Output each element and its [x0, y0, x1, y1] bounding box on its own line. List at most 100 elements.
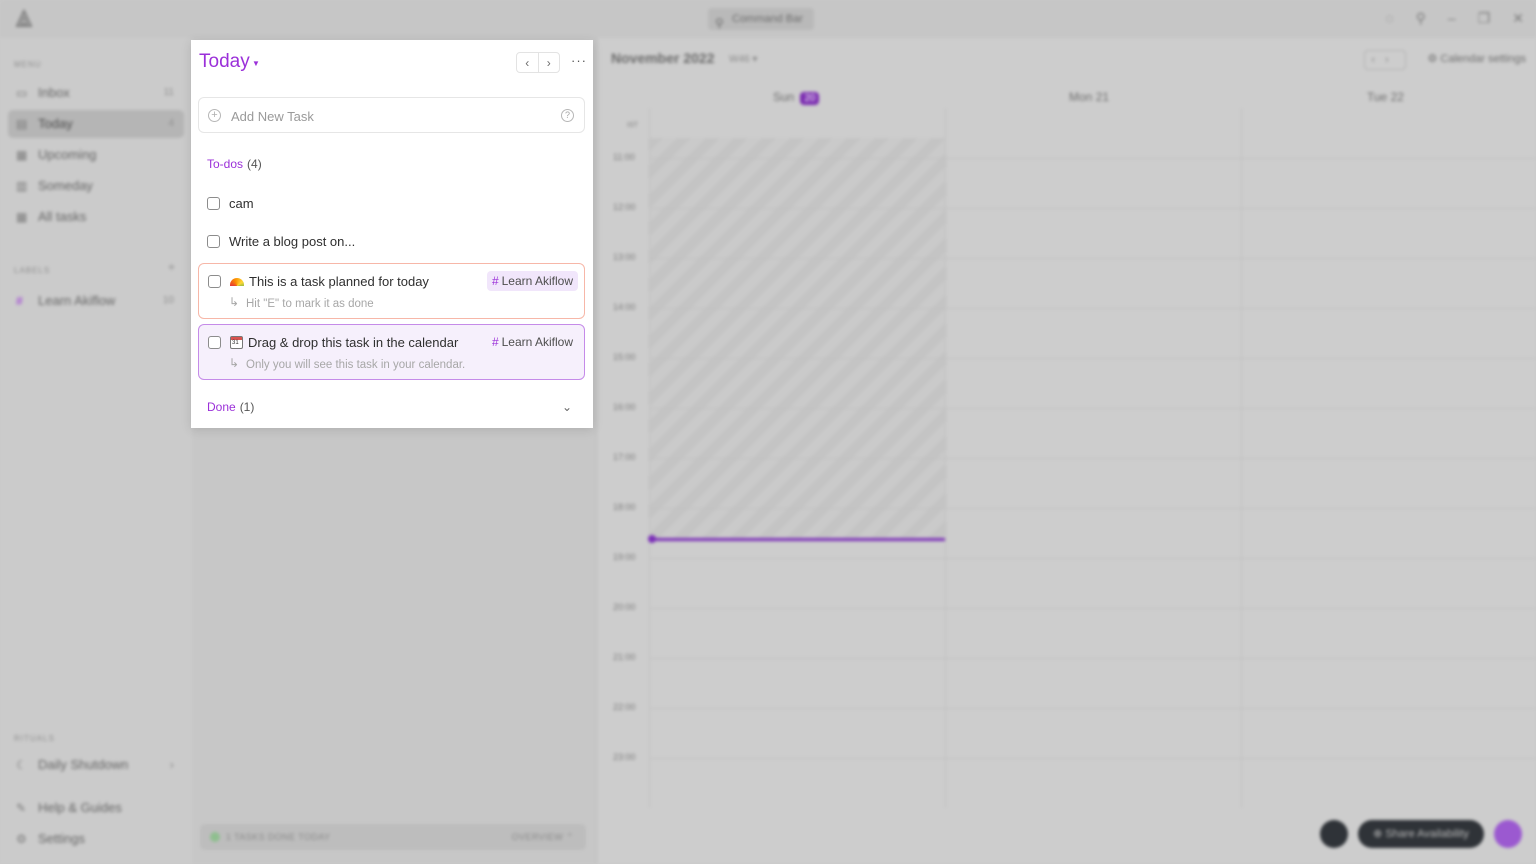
task-checkbox[interactable] [207, 197, 220, 210]
chat-button[interactable] [1494, 820, 1522, 848]
calendar-icon-button[interactable] [1320, 820, 1348, 848]
task-item[interactable]: Write a blog post on... [198, 226, 585, 256]
sidebar-item-all-tasks[interactable]: ▦ All tasks [8, 203, 184, 231]
week-label[interactable]: W46 ▾ [729, 54, 757, 65]
task-title: Drag & drop this task in the calendar [248, 335, 459, 350]
todos-label: To-dos [207, 157, 244, 171]
menu-section-label: MENU [14, 60, 42, 69]
tasks-done-label: 1 TASKS DONE TODAY [226, 832, 331, 842]
sidebar-item-someday[interactable]: ▥ Someday [8, 172, 184, 200]
someday-icon: ▥ [16, 179, 28, 193]
calendar-pane: November 2022 W46 ▾ ‹› ⚙ Calendar settin… [596, 38, 1536, 864]
hour-gridline [649, 358, 1536, 359]
hour-gridline [649, 208, 1536, 209]
hour-label: 14:00 [613, 302, 636, 312]
sidebar-item-settings[interactable]: ⚙ Settings [8, 825, 184, 853]
hour-gridline [649, 458, 1536, 459]
command-icon: ⚲ [715, 16, 724, 30]
next-day-button[interactable]: › [537, 53, 560, 72]
task-item[interactable]: cam [198, 188, 585, 218]
labels-section-label: LABELS [14, 266, 51, 275]
inbox-icon: ▭ [16, 86, 28, 100]
today-icon: ▤ [16, 117, 28, 131]
check-icon [210, 832, 220, 842]
task-item[interactable]: This is a task planned for today # Learn … [198, 263, 585, 319]
task-checkbox[interactable] [208, 336, 221, 349]
label-tag[interactable]: # Learn Akiflow [486, 271, 578, 291]
hour-label: 15:00 [613, 352, 636, 362]
hour-label: 21:00 [613, 652, 636, 662]
chevron-down-icon[interactable]: ⌄ [562, 400, 572, 414]
day-header-sun: Sun 20 [773, 90, 820, 105]
done-label: Done [207, 400, 236, 414]
sidebar-item-help[interactable]: ✎ Help & Guides [8, 794, 184, 822]
hour-label: 17:00 [613, 452, 636, 462]
maximize-icon[interactable]: ❐ [1478, 10, 1491, 27]
todos-count: (4) [247, 157, 262, 171]
akiflow-logo-icon [15, 9, 33, 27]
add-task-input[interactable] [229, 105, 549, 127]
sync-icon[interactable]: ◌ [1385, 10, 1393, 27]
calendar-settings-button[interactable]: ⚙ Calendar settings [1427, 52, 1526, 65]
tasks-done-bar[interactable]: 1 TASKS DONE TODAY OVERVIEW ⌃ [200, 824, 586, 850]
day-header-tue: Tue 22 [1367, 90, 1404, 104]
calendar-title: November 2022 [611, 50, 715, 66]
add-task-field[interactable]: + ? [198, 97, 585, 133]
sidebar-item-daily-shutdown[interactable]: ☾ Daily Shutdown › [8, 751, 184, 779]
hour-gridline [649, 508, 1536, 509]
sidebar-item-today[interactable]: ▤ Today 4 [8, 110, 184, 138]
close-icon[interactable]: ✕ [1512, 10, 1524, 27]
sidebar-item-inbox[interactable]: ▭ Inbox 11 [8, 79, 184, 107]
command-bar-label: Command Bar [732, 13, 803, 25]
task-title-wrapper: Drag & drop this task in the calendar [230, 335, 458, 350]
help-circle-icon[interactable]: ? [561, 109, 574, 122]
title-bar: ⚲ Command Bar ◌ ⚲ – ❐ ✕ [0, 0, 1536, 38]
sidebar-item-label: Learn Akiflow [38, 293, 116, 308]
hour-gridline [649, 258, 1536, 259]
hour-gridline [649, 558, 1536, 559]
todos-section-header: To-dos (4) [207, 157, 262, 171]
label-tag-text: Learn Akiflow [501, 335, 573, 349]
calendar-nav[interactable]: ‹› [1364, 50, 1406, 70]
task-item[interactable]: Drag & drop this task in the calendar #L… [198, 324, 585, 380]
sidebar-item-learn-akiflow[interactable]: # Learn Akiflow 10 [8, 287, 184, 315]
sidebar-item-label: Daily Shutdown [38, 757, 129, 772]
caret-down-icon[interactable]: ▼ [252, 59, 260, 68]
rituals-section-label: RITUALS [14, 734, 55, 743]
hour-label: 11:00 [613, 152, 635, 162]
prev-day-button[interactable]: ‹ [517, 53, 538, 72]
share-availability-button[interactable]: ⊕ Share Availability [1358, 820, 1484, 848]
today-panel: Today ▼ ‹ › ··· + ? To-dos(4) cam Write … [191, 40, 593, 428]
sidebar-item-upcoming[interactable]: ▦ Upcoming [8, 141, 184, 169]
more-options-icon[interactable]: ··· [571, 53, 587, 68]
hash-icon: # [491, 335, 499, 349]
task-checkbox[interactable] [207, 235, 220, 248]
minimize-icon[interactable]: – [1448, 10, 1456, 27]
search-icon[interactable]: ⚲ [1416, 10, 1426, 27]
date-nav: ‹ › [516, 52, 560, 73]
subdirectory-arrow-icon: ↳ [229, 356, 240, 370]
command-bar[interactable]: ⚲ Command Bar [708, 8, 814, 30]
sidebar-item-label: All tasks [38, 209, 87, 224]
add-label-icon[interactable]: + [168, 260, 175, 274]
upcoming-icon: ▦ [16, 148, 28, 162]
subdirectory-arrow-icon: ↳ [229, 295, 240, 309]
label-tag-text: Learn Akiflow [501, 274, 573, 288]
calendar-emoji-icon [230, 336, 243, 349]
task-subtitle: Only you will see this task in your cale… [246, 359, 466, 371]
sidebar-item-count: 4 [168, 118, 174, 129]
chevron-right-icon: › [546, 55, 551, 70]
sidebar-item-label: Upcoming [38, 147, 97, 162]
sidebar-item-label: Today [38, 116, 73, 131]
chevron-left-icon: ‹ [525, 55, 530, 70]
past-time-area [649, 138, 945, 540]
today-title[interactable]: Today [199, 51, 250, 73]
help-icon: ✎ [16, 801, 27, 815]
sidebar-item-label: Someday [38, 178, 93, 193]
done-section-header[interactable]: Done (1) [207, 400, 254, 414]
hash-icon: # [16, 294, 23, 308]
sidebar: MENU ▭ Inbox 11 ▤ Today 4 ▦ Upcoming ▥ S… [0, 38, 192, 864]
label-tag[interactable]: # Learn Akiflow [487, 332, 578, 352]
task-checkbox[interactable] [208, 275, 221, 288]
hour-gridline [649, 758, 1536, 759]
